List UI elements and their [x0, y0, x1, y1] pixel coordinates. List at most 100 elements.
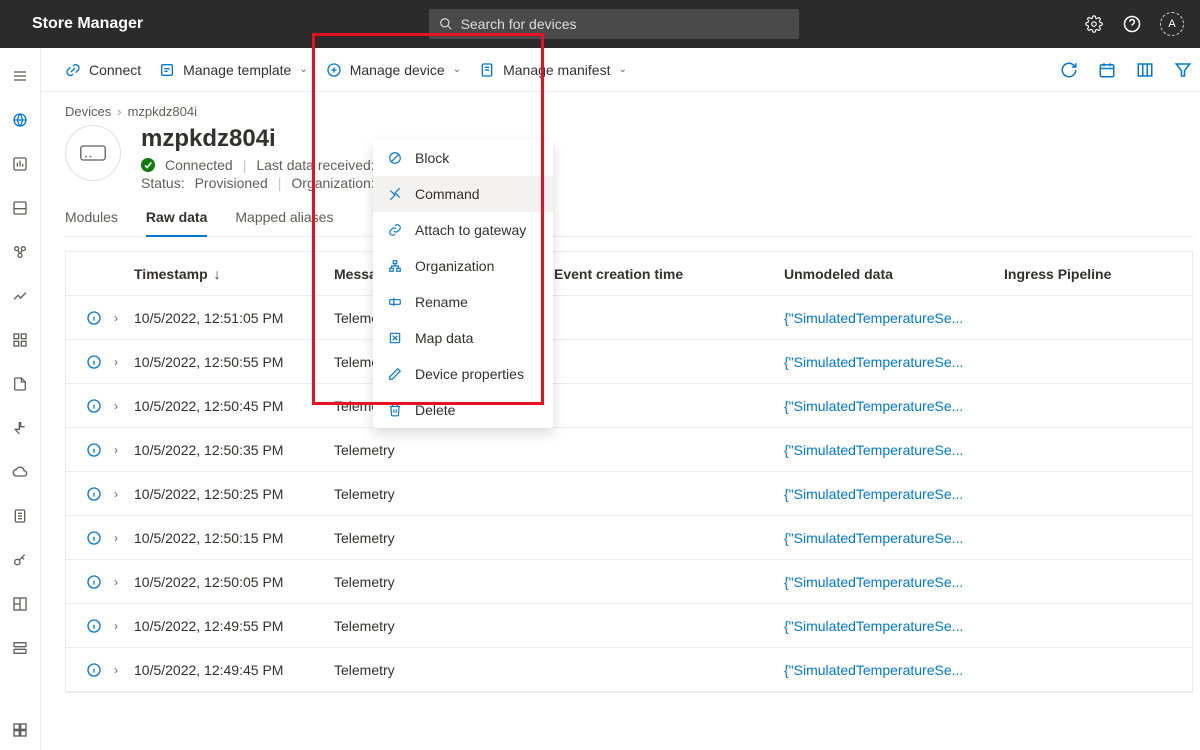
sidebar-item-analytics[interactable] [0, 144, 40, 184]
cell-unmodeled[interactable]: {"SimulatedTemperatureSe... [784, 574, 1004, 590]
cell-unmodeled[interactable]: {"SimulatedTemperatureSe... [784, 486, 1004, 502]
chevron-right-icon[interactable]: › [114, 355, 134, 369]
settings-icon[interactable] [1084, 14, 1104, 34]
col-ingress[interactable]: Ingress Pipeline [1004, 266, 1184, 282]
cell-unmodeled[interactable]: {"SimulatedTemperatureSe... [784, 442, 1004, 458]
menu-command[interactable]: Command [373, 176, 553, 212]
cell-unmodeled[interactable]: {"SimulatedTemperatureSe... [784, 530, 1004, 546]
device-icon [65, 125, 121, 181]
chevron-right-icon[interactable]: › [114, 575, 134, 589]
info-icon[interactable] [74, 398, 114, 414]
menu-attach[interactable]: Attach to gateway [373, 212, 553, 248]
sidebar-item-charts[interactable] [0, 276, 40, 316]
tab-mapped[interactable]: Mapped aliases [235, 209, 333, 236]
cell-timestamp: 10/5/2022, 12:50:45 PM [134, 398, 334, 414]
status-label: Status: [141, 175, 185, 191]
sidebar-item-keys[interactable] [0, 540, 40, 580]
sidebar-item-groups[interactable] [0, 232, 40, 272]
cell-timestamp: 10/5/2022, 12:50:25 PM [134, 486, 334, 502]
tab-raw-data[interactable]: Raw data [146, 209, 207, 237]
info-icon[interactable] [74, 618, 114, 634]
sidebar-item-storage[interactable] [0, 628, 40, 668]
breadcrumb-root[interactable]: Devices [65, 104, 111, 119]
search-input[interactable]: Search for devices [429, 9, 799, 39]
cell-unmodeled[interactable]: {"SimulatedTemperatureSe... [784, 398, 1004, 414]
col-event-time[interactable]: Event creation time [554, 266, 784, 282]
block-icon [387, 150, 403, 166]
connect-button[interactable]: Connect [65, 62, 141, 78]
edit-icon [387, 366, 403, 382]
table-row[interactable]: ›10/5/2022, 12:50:55 PMTelemetry{"Simula… [66, 340, 1192, 384]
menu-device-props[interactable]: Device properties [373, 356, 553, 392]
table-row[interactable]: ›10/5/2022, 12:49:55 PMTelemetry {"Simula… [66, 604, 1192, 648]
table-row[interactable]: ›10/5/2022, 12:51:05 PMTelemetry{"Simula… [66, 296, 1192, 340]
menu-block[interactable]: Block [373, 140, 553, 176]
cell-message-type: Telemetry [334, 442, 554, 458]
avatar[interactable]: A [1160, 12, 1184, 36]
cell-unmodeled[interactable]: {"SimulatedTemperatureSe... [784, 354, 1004, 370]
columns-icon[interactable] [1135, 60, 1155, 80]
refresh-icon[interactable] [1059, 60, 1079, 80]
chevron-right-icon[interactable]: › [114, 399, 134, 413]
table-row[interactable]: ›10/5/2022, 12:49:45 PMTelemetry{"Simula… [66, 648, 1192, 692]
info-icon[interactable] [74, 530, 114, 546]
info-icon[interactable] [74, 354, 114, 370]
chevron-right-icon[interactable]: › [114, 487, 134, 501]
delete-icon [387, 402, 403, 418]
sidebar-item-rules[interactable] [0, 408, 40, 448]
main: Connect Manage template ⌄ Manage device … [41, 48, 1200, 750]
command-bar: Connect Manage template ⌄ Manage device … [41, 48, 1200, 92]
info-icon[interactable] [74, 574, 114, 590]
chevron-right-icon[interactable]: › [114, 531, 134, 545]
sidebar-item-apps[interactable] [0, 710, 40, 750]
col-unmodeled[interactable]: Unmodeled data [784, 266, 1004, 282]
manage-manifest-button[interactable]: Manage manifest ⌄ [479, 62, 627, 78]
search-placeholder: Search for devices [461, 16, 577, 32]
tab-modules[interactable]: Modules [65, 209, 118, 236]
sidebar-item-file[interactable] [0, 364, 40, 404]
cell-unmodeled[interactable]: {"SimulatedTemperatureSe... [784, 662, 1004, 678]
sidebar-item-devices[interactable] [0, 100, 40, 140]
calendar-icon[interactable] [1097, 60, 1117, 80]
info-icon[interactable] [74, 442, 114, 458]
col-timestamp[interactable]: Timestamp ↓ [134, 266, 334, 282]
cell-timestamp: 10/5/2022, 12:49:55 PM [134, 618, 334, 634]
sidebar-item-data[interactable] [0, 496, 40, 536]
sidebar-item-layout[interactable] [0, 584, 40, 624]
topbar-actions: A [1084, 12, 1184, 36]
info-icon[interactable] [74, 310, 114, 326]
table-header: Timestamp ↓ Message type Event creation … [66, 252, 1192, 296]
menu-delete[interactable]: Delete [373, 392, 553, 428]
info-icon[interactable] [74, 662, 114, 678]
menu-organization[interactable]: Organization [373, 248, 553, 284]
manage-device-button[interactable]: Manage device ⌄ [326, 62, 461, 78]
menu-rename[interactable]: Rename [373, 284, 553, 320]
menu-icon[interactable] [0, 56, 40, 96]
table-row[interactable]: ›10/5/2022, 12:50:45 PMTelemetry{"Simula… [66, 384, 1192, 428]
connected-label: Connected [165, 157, 233, 173]
table-row[interactable]: ›10/5/2022, 12:50:15 PMTelemetry{"Simula… [66, 516, 1192, 560]
help-icon[interactable] [1122, 14, 1142, 34]
info-icon[interactable] [74, 486, 114, 502]
cell-unmodeled[interactable]: {"SimulatedTemperatureSe... [784, 310, 1004, 326]
chevron-right-icon[interactable]: › [114, 443, 134, 457]
chevron-right-icon[interactable]: › [114, 311, 134, 325]
cell-message-type: Telemetry [334, 574, 554, 590]
table-row[interactable]: ›10/5/2022, 12:50:05 PMTelemetry{"Simula… [66, 560, 1192, 604]
table-row[interactable]: ›10/5/2022, 12:50:25 PMTelemetry{"Simula… [66, 472, 1192, 516]
sidebar-item-dashboard[interactable] [0, 188, 40, 228]
status-value: Provisioned [195, 175, 268, 191]
chevron-right-icon[interactable]: › [114, 663, 134, 677]
filter-icon[interactable] [1173, 60, 1193, 80]
chevron-right-icon[interactable]: › [114, 619, 134, 633]
cell-message-type: Telemetry [334, 618, 554, 634]
cell-unmodeled[interactable]: {"SimulatedTemperatureSe... [784, 618, 1004, 634]
cell-timestamp: 10/5/2022, 12:50:35 PM [134, 442, 334, 458]
manage-template-button[interactable]: Manage template ⌄ [159, 62, 308, 78]
menu-mapdata[interactable]: Map data [373, 320, 553, 356]
sidebar-item-grid[interactable] [0, 320, 40, 360]
search-icon [439, 17, 453, 31]
tabs: Modules Raw data Mapped aliases [65, 209, 1193, 237]
sidebar-item-cloud[interactable] [0, 452, 40, 492]
table-row[interactable]: ›10/5/2022, 12:50:35 PMTelemetry {"Simula… [66, 428, 1192, 472]
